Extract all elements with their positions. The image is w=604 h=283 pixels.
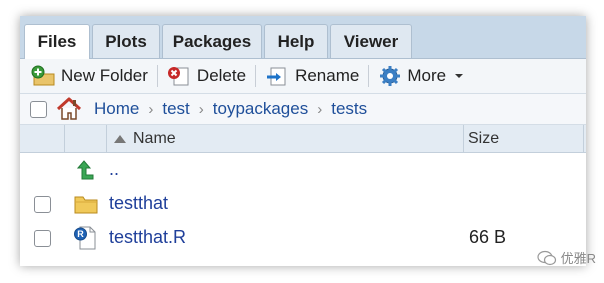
table-row[interactable]: testthat xyxy=(20,187,586,221)
size-column-label: Size xyxy=(468,129,500,147)
delete-icon xyxy=(167,67,189,86)
rename-label: Rename xyxy=(295,66,360,85)
tab-packages[interactable]: Packages xyxy=(162,24,262,58)
row-checkbox[interactable] xyxy=(34,196,51,213)
delete-label: Delete xyxy=(196,66,247,85)
breadcrumb-separator: › xyxy=(198,100,204,118)
rename-icon xyxy=(267,67,286,86)
new-folder-button[interactable]: New Folder xyxy=(30,61,148,91)
breadcrumb-toypackages[interactable]: toypackages xyxy=(213,99,308,119)
column-divider xyxy=(106,125,107,152)
delete-button[interactable]: Delete xyxy=(167,61,246,91)
chevron-down-icon xyxy=(455,74,464,78)
more-label: More xyxy=(407,66,447,85)
tab-bar: Files Plots Packages Help Viewer xyxy=(20,16,586,59)
breadcrumb-home[interactable]: Home xyxy=(94,99,139,119)
more-button[interactable]: More xyxy=(378,61,466,91)
tab-packages-label: Packages xyxy=(172,31,252,51)
column-divider xyxy=(583,125,584,152)
table-row[interactable]: R testthat.R 66 B xyxy=(20,221,586,255)
breadcrumb-test[interactable]: test xyxy=(162,99,189,119)
svg-text:R: R xyxy=(77,229,84,239)
column-divider xyxy=(463,125,464,152)
r-file-icon: R xyxy=(74,226,96,250)
watermark-text: 优雅R xyxy=(560,251,596,266)
size-column-header[interactable]: Size xyxy=(468,125,499,152)
parent-directory-link[interactable]: .. xyxy=(109,159,119,180)
watermark: 优雅R xyxy=(537,248,596,267)
toolbar-divider xyxy=(368,65,370,87)
gear-icon xyxy=(380,66,401,86)
breadcrumb: Home › test › toypackages › tests xyxy=(20,94,586,125)
row-checkbox[interactable] xyxy=(34,230,51,247)
file-table-header: Name Size xyxy=(20,125,586,153)
breadcrumb-separator: › xyxy=(148,100,154,118)
toolbar-divider xyxy=(156,65,158,87)
tab-viewer-label: Viewer xyxy=(343,31,399,51)
breadcrumb-separator: › xyxy=(317,100,323,118)
home-icon[interactable] xyxy=(56,97,82,121)
sort-ascending-icon xyxy=(114,134,126,143)
wechat-icon xyxy=(537,250,556,265)
toolbar: New Folder Delete Rename More xyxy=(20,59,586,94)
tab-viewer[interactable]: Viewer xyxy=(330,24,412,58)
rename-button[interactable]: Rename xyxy=(265,61,359,91)
toolbar-divider xyxy=(255,65,257,87)
file-name-link[interactable]: testthat xyxy=(109,193,168,214)
up-arrow-icon xyxy=(76,160,94,180)
name-column-label: Name xyxy=(133,129,176,147)
folder-icon xyxy=(74,196,98,214)
breadcrumb-tests[interactable]: tests xyxy=(331,99,367,119)
file-size: 66 B xyxy=(469,227,507,247)
tab-help[interactable]: Help xyxy=(264,24,328,58)
tab-help-label: Help xyxy=(277,31,315,51)
tab-files[interactable]: Files xyxy=(24,24,90,59)
tab-plots[interactable]: Plots xyxy=(92,24,160,58)
files-pane: Files Plots Packages Help Viewer New Fol… xyxy=(20,16,586,266)
column-divider xyxy=(64,125,65,152)
select-all-checkbox[interactable] xyxy=(30,100,47,118)
tab-plots-label: Plots xyxy=(105,31,147,51)
new-folder-label: New Folder xyxy=(61,66,148,85)
table-row[interactable]: .. xyxy=(20,153,586,187)
tab-files-label: Files xyxy=(37,32,77,51)
name-column-header[interactable]: Name xyxy=(113,125,176,152)
new-folder-icon xyxy=(31,65,55,86)
file-name-link[interactable]: testthat.R xyxy=(109,227,186,248)
